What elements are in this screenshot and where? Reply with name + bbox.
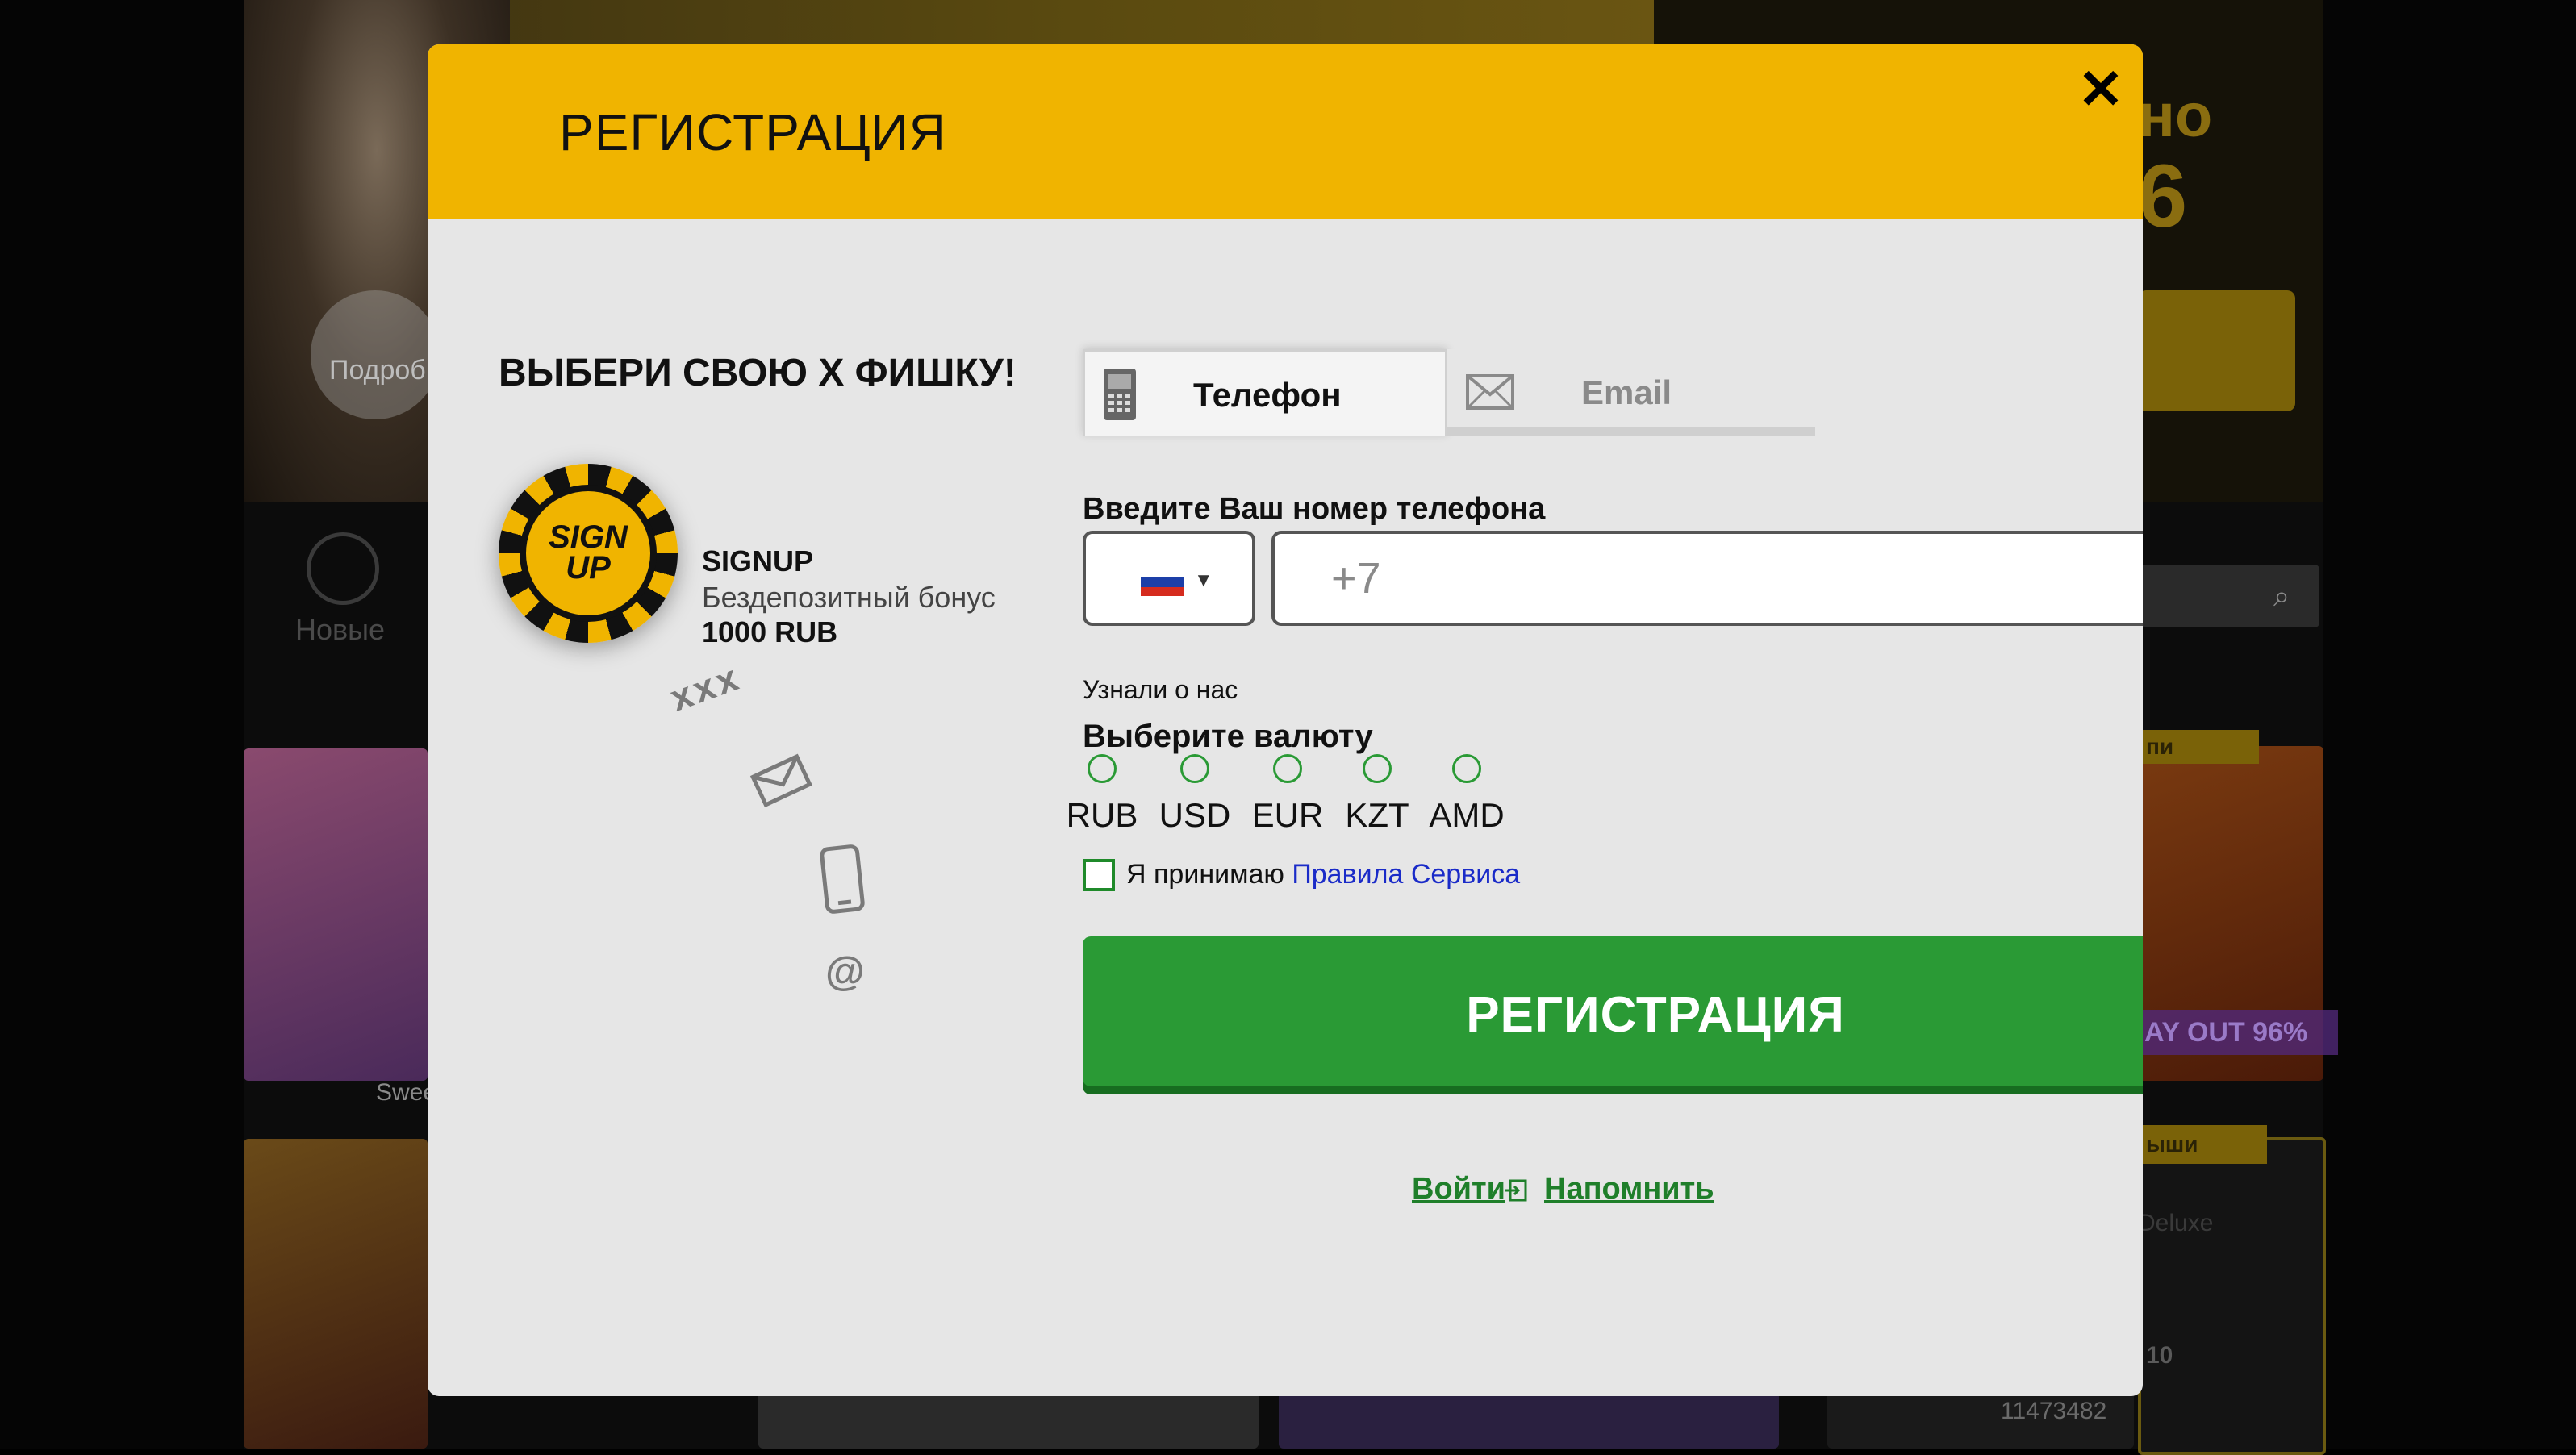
background-jackpot-value: 11473482 — [2001, 1398, 2107, 1424]
xxx-decor-icon: xxx — [664, 655, 746, 719]
currency-option-kzt[interactable]: KZT — [1329, 754, 1426, 835]
terms-prefix: Я принимаю — [1126, 859, 1292, 890]
background-game-number: 10 — [2146, 1342, 2173, 1369]
bonus-description: Бездепозитный бонус — [702, 581, 996, 614]
currency-code: AMD — [1429, 796, 1505, 834]
remind-password-link[interactable]: Напомнить — [1544, 1172, 1714, 1207]
background-banner-number: 6 — [2138, 147, 2188, 246]
close-icon: ✕ — [2077, 59, 2124, 120]
terms-label: Я принимаю Правила Сервиса — [1126, 859, 1520, 890]
terms-link[interactable]: Правила Сервиса — [1292, 859, 1520, 890]
at-sign-decor-icon: @ — [825, 948, 865, 994]
background-banner-text: но — [2138, 81, 2213, 150]
currency-option-amd[interactable]: AMD — [1418, 754, 1515, 835]
login-link[interactable]: Войти — [1412, 1172, 1505, 1207]
background-game-tile — [2138, 1137, 2326, 1455]
terms-checkbox[interactable] — [1083, 859, 1115, 891]
currency-option-usd[interactable]: USD — [1146, 754, 1243, 835]
background-cta-button — [2138, 290, 2295, 411]
currency-code: KZT — [1345, 796, 1409, 834]
tab-phone-label: Телефон — [1193, 376, 1342, 414]
phone-decor-icon — [818, 843, 866, 919]
radio-button[interactable] — [1273, 754, 1302, 783]
background-game-tile — [244, 1139, 428, 1449]
background-new-label: Новые — [295, 613, 386, 646]
background-payout-badge: AY OUT 96% — [2138, 1010, 2338, 1055]
phone-input[interactable] — [1271, 531, 2143, 626]
referral-source-label[interactable]: Узнали о нас — [1083, 675, 1238, 705]
modal-header: РЕГИСТРАЦИЯ ✕ — [428, 44, 2143, 219]
country-code-select[interactable]: ▼ — [1083, 531, 1255, 626]
tab-email-label: Email — [1581, 373, 1672, 411]
envelope-decor-icon — [749, 748, 813, 816]
register-button[interactable]: РЕГИСТРАЦИЯ — [1083, 936, 2143, 1094]
envelope-icon — [1465, 373, 1515, 415]
background-search-icon: ⌕ — [2273, 579, 2290, 612]
currency-code: USD — [1159, 796, 1231, 834]
radio-button[interactable] — [1180, 754, 1209, 783]
currency-code: RUB — [1066, 796, 1138, 834]
close-button[interactable]: ✕ — [2073, 62, 2128, 117]
modal-title: РЕГИСТРАЦИЯ — [559, 103, 947, 161]
currency-option-eur[interactable]: EUR — [1239, 754, 1336, 835]
currency-option-rub[interactable]: RUB — [1054, 754, 1150, 835]
chip-center: SIGN UP — [520, 485, 657, 622]
chip-label: SIGN UP — [549, 519, 628, 586]
background-search-input — [2138, 565, 2319, 627]
radio-button[interactable] — [1452, 754, 1481, 783]
registration-modal: РЕГИСТРАЦИЯ ✕ ВЫБЕРИ СВОЮ Х ФИШКУ! SIGN … — [428, 44, 2143, 1396]
background-new-badge-icon — [307, 532, 379, 605]
promo-title: ВЫБЕРИ СВОЮ Х ФИШКУ! — [499, 352, 1017, 394]
background-game-title: Deluxe — [2138, 1210, 2214, 1236]
radio-button[interactable] — [1363, 754, 1392, 783]
bonus-code: SIGNUP — [702, 544, 814, 577]
chevron-down-icon: ▼ — [1194, 569, 1213, 591]
radio-button[interactable] — [1088, 754, 1117, 783]
tab-phone[interactable]: Телефон — [1083, 349, 1447, 436]
background-game-tile — [244, 748, 428, 1081]
tab-email[interactable]: Email — [1447, 349, 1815, 436]
login-icon[interactable] — [1504, 1178, 1528, 1207]
currency-code: EUR — [1251, 796, 1324, 834]
signup-chip-icon[interactable]: SIGN UP — [499, 464, 678, 643]
background-category-tag: ыши — [2138, 1125, 2267, 1164]
currency-label: Выберите валюту — [1083, 719, 1373, 754]
background-more-label: Подроб — [329, 355, 426, 386]
phone-field-label: Введите Ваш номер телефона — [1083, 492, 1546, 526]
bonus-amount: 1000 RUB — [702, 615, 838, 648]
mobile-phone-icon — [1101, 366, 1138, 427]
background-category-tag: пи — [2138, 730, 2259, 764]
russia-flag-icon — [1141, 569, 1184, 596]
